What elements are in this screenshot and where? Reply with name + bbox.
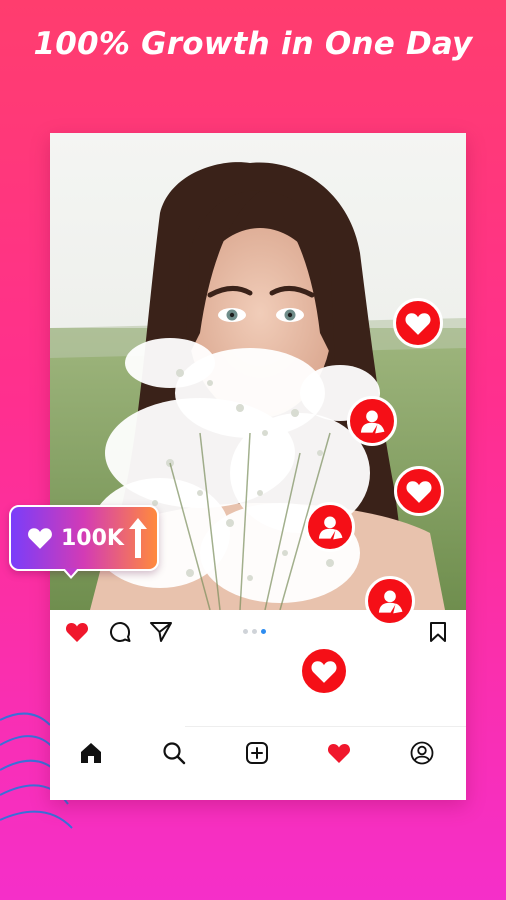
nav-divider bbox=[185, 726, 466, 727]
up-arrow-icon bbox=[128, 518, 147, 558]
headline: 100% Growth in One Day bbox=[33, 26, 473, 62]
home-icon[interactable] bbox=[77, 739, 105, 767]
carousel-dot bbox=[252, 629, 257, 634]
search-icon[interactable] bbox=[160, 739, 188, 767]
share-icon[interactable] bbox=[148, 619, 174, 645]
badge-tail-inner bbox=[64, 568, 78, 576]
post-card bbox=[50, 133, 466, 800]
carousel-indicator bbox=[243, 629, 266, 634]
heart-bubble bbox=[394, 466, 444, 516]
activity-heart-icon[interactable] bbox=[325, 739, 353, 767]
bottom-nav bbox=[50, 731, 466, 775]
follower-bubble bbox=[365, 576, 415, 626]
add-post-icon[interactable] bbox=[243, 739, 271, 767]
likes-count-badge: 100K bbox=[9, 505, 159, 571]
heart-icon bbox=[28, 528, 52, 549]
carousel-dot bbox=[243, 629, 248, 634]
carousel-dot-active bbox=[261, 629, 266, 634]
bookmark-icon[interactable] bbox=[426, 619, 450, 645]
follower-bubble bbox=[305, 502, 355, 552]
heart-icon[interactable] bbox=[64, 619, 90, 645]
profile-icon[interactable] bbox=[408, 739, 436, 767]
comment-icon[interactable] bbox=[107, 619, 133, 645]
likes-count-label: 100K bbox=[61, 525, 124, 551]
heart-bubble bbox=[393, 298, 443, 348]
follower-bubble bbox=[347, 396, 397, 446]
heart-bubble bbox=[299, 646, 349, 696]
